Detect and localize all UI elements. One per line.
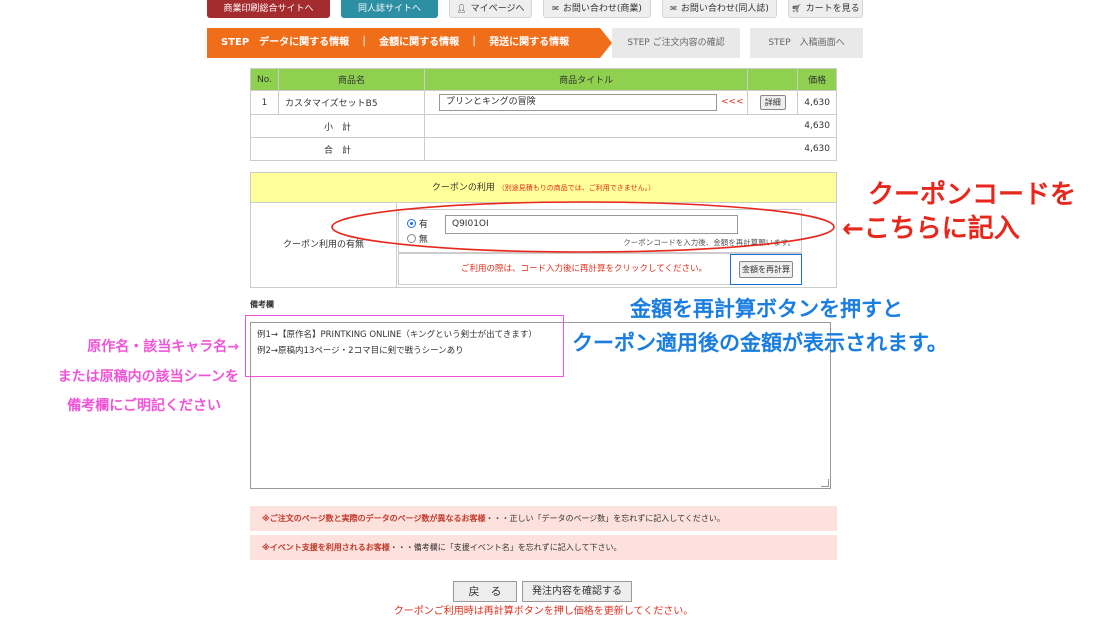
annotation-coupon-line1: クーポンコードを: [868, 180, 1077, 210]
coupon-title: クーポンの利用: [431, 183, 495, 193]
total-value: 4,630: [423, 137, 838, 161]
notice-page-count: ※ご注文のページ数と実際のデータのページ数が異なるお客様・・・正しい「データのペ…: [250, 506, 837, 531]
annotation-recalc-line2: クーポン適用後の金額が表示されます。: [572, 331, 948, 355]
contact-commercial-link[interactable]: ✉ お問い合わせ(商業): [543, 0, 651, 18]
recalc-highlight: 金額を再計算: [730, 254, 802, 285]
contact-doujin-label: お問い合わせ(同人誌): [680, 4, 769, 14]
step-submit: STEP 入稿画面へ: [750, 28, 863, 58]
contact-doujin-link[interactable]: ✉ お問い合わせ(同人誌): [662, 0, 777, 18]
annotation-recalc-line1: 金額を再計算ボタンを押すと: [630, 297, 903, 321]
title-arrow-marker: <<<: [720, 97, 744, 107]
remarks-label: 備考欄: [250, 300, 274, 309]
mypage-link[interactable]: 👤︎ マイページへ: [449, 0, 532, 18]
cart-label: カートを見る: [805, 4, 860, 14]
mail-icon: ✉: [670, 4, 677, 13]
doujin-site-link[interactable]: 同人誌サイトへ: [341, 0, 438, 18]
col-header-spacer: [747, 68, 799, 91]
subtotal-value: 4,630: [423, 114, 838, 138]
confirm-order-button[interactable]: 発注内容を確認する: [522, 581, 632, 602]
annotation-remarks-line1: 原作名・該当キャラ名→: [87, 339, 239, 355]
resize-handle[interactable]: [821, 479, 829, 487]
coupon-highlight-ellipse: [331, 201, 835, 253]
step-separator: [740, 28, 750, 58]
commercial-site-link[interactable]: 商業印刷総合サイトへ: [207, 0, 330, 18]
subtotal-label: 小 計: [250, 114, 425, 138]
coupon-recalc-box: ご利用の際は、コード入力後に再計算をクリックしてください。 金額を再計算: [398, 253, 802, 285]
mail-icon: ✉: [552, 4, 559, 13]
recalc-button[interactable]: 金額を再計算: [739, 261, 793, 278]
annotation-remarks-line2: または原稿内の該当シーンを: [57, 369, 239, 385]
step-progress-bar: STEP データに関する情報 ｜ 金額に関する情報 ｜ 発送に関する情報 STE…: [207, 28, 863, 58]
cart-icon: 🛒︎: [791, 4, 802, 13]
step-order-confirm: STEP ご注文内容の確認: [612, 28, 740, 58]
contact-commercial-label: お問い合わせ(商業): [562, 4, 642, 14]
detail-button[interactable]: 詳細: [759, 95, 786, 110]
col-header-price: 価格: [797, 68, 837, 91]
col-header-title: 商品タイトル: [423, 68, 749, 91]
notice-2-bold: ※イベント支援を利用されるお客様: [262, 543, 390, 552]
step-active: STEP データに関する情報 ｜ 金額に関する情報 ｜ 発送に関する情報: [207, 28, 600, 58]
col-header-name: 商品名: [277, 68, 425, 91]
back-button[interactable]: 戻 る: [453, 581, 517, 602]
detail-cell: 詳細: [747, 90, 799, 115]
person-icon: 👤︎: [456, 4, 467, 13]
item-name: カスタマイズセットB5: [277, 90, 425, 115]
footer-message: クーポンご利用時は再計算ボタンを押し価格を更新してください。: [393, 606, 694, 617]
notice-2-rest: ・・・備考欄に「支援イベント名」を忘れずに記入して下さい。: [389, 543, 622, 552]
notice-event: ※イベント支援を利用されるお客様・・・備考欄に「支援イベント名」を忘れずに記入し…: [250, 535, 837, 560]
col-header-no: No.: [250, 68, 279, 91]
recalc-hint: ご利用の際は、コード入力後に再計算をクリックしてください。: [461, 264, 707, 274]
item-price: 4,630: [797, 90, 837, 115]
mypage-label: マイページへ: [470, 4, 525, 14]
remarks-highlight-box: [245, 315, 564, 377]
notice-1-rest: ・・・正しい「データのページ数」を忘れずに記入してください。: [485, 514, 725, 523]
total-label: 合 計: [250, 137, 425, 161]
items-table: No. 商品名 商品タイトル 価格 1 カスタマイズセットB5 プリンとキングの…: [250, 68, 838, 161]
item-title-input[interactable]: プリンとキングの冒険: [438, 94, 717, 111]
cart-link[interactable]: 🛒︎ カートを見る: [788, 0, 863, 18]
step-arrow: [600, 28, 612, 58]
annotation-remarks-line3: 備考欄にご明記ください: [67, 398, 221, 414]
notice-1-bold: ※ご注文のページ数と実際のデータのページ数が異なるお客様: [262, 514, 486, 523]
table-row: 1 カスタマイズセットB5 プリンとキングの冒険 <<< 詳細 4,630: [250, 90, 837, 115]
item-no: 1: [250, 90, 279, 115]
annotation-coupon-line2: ←こちらに記入: [842, 214, 1020, 244]
item-title-cell: プリンとキングの冒険 <<<: [423, 90, 749, 115]
coupon-title-note: （別途見積もりの商品では、ご利用できません。）: [497, 184, 656, 192]
